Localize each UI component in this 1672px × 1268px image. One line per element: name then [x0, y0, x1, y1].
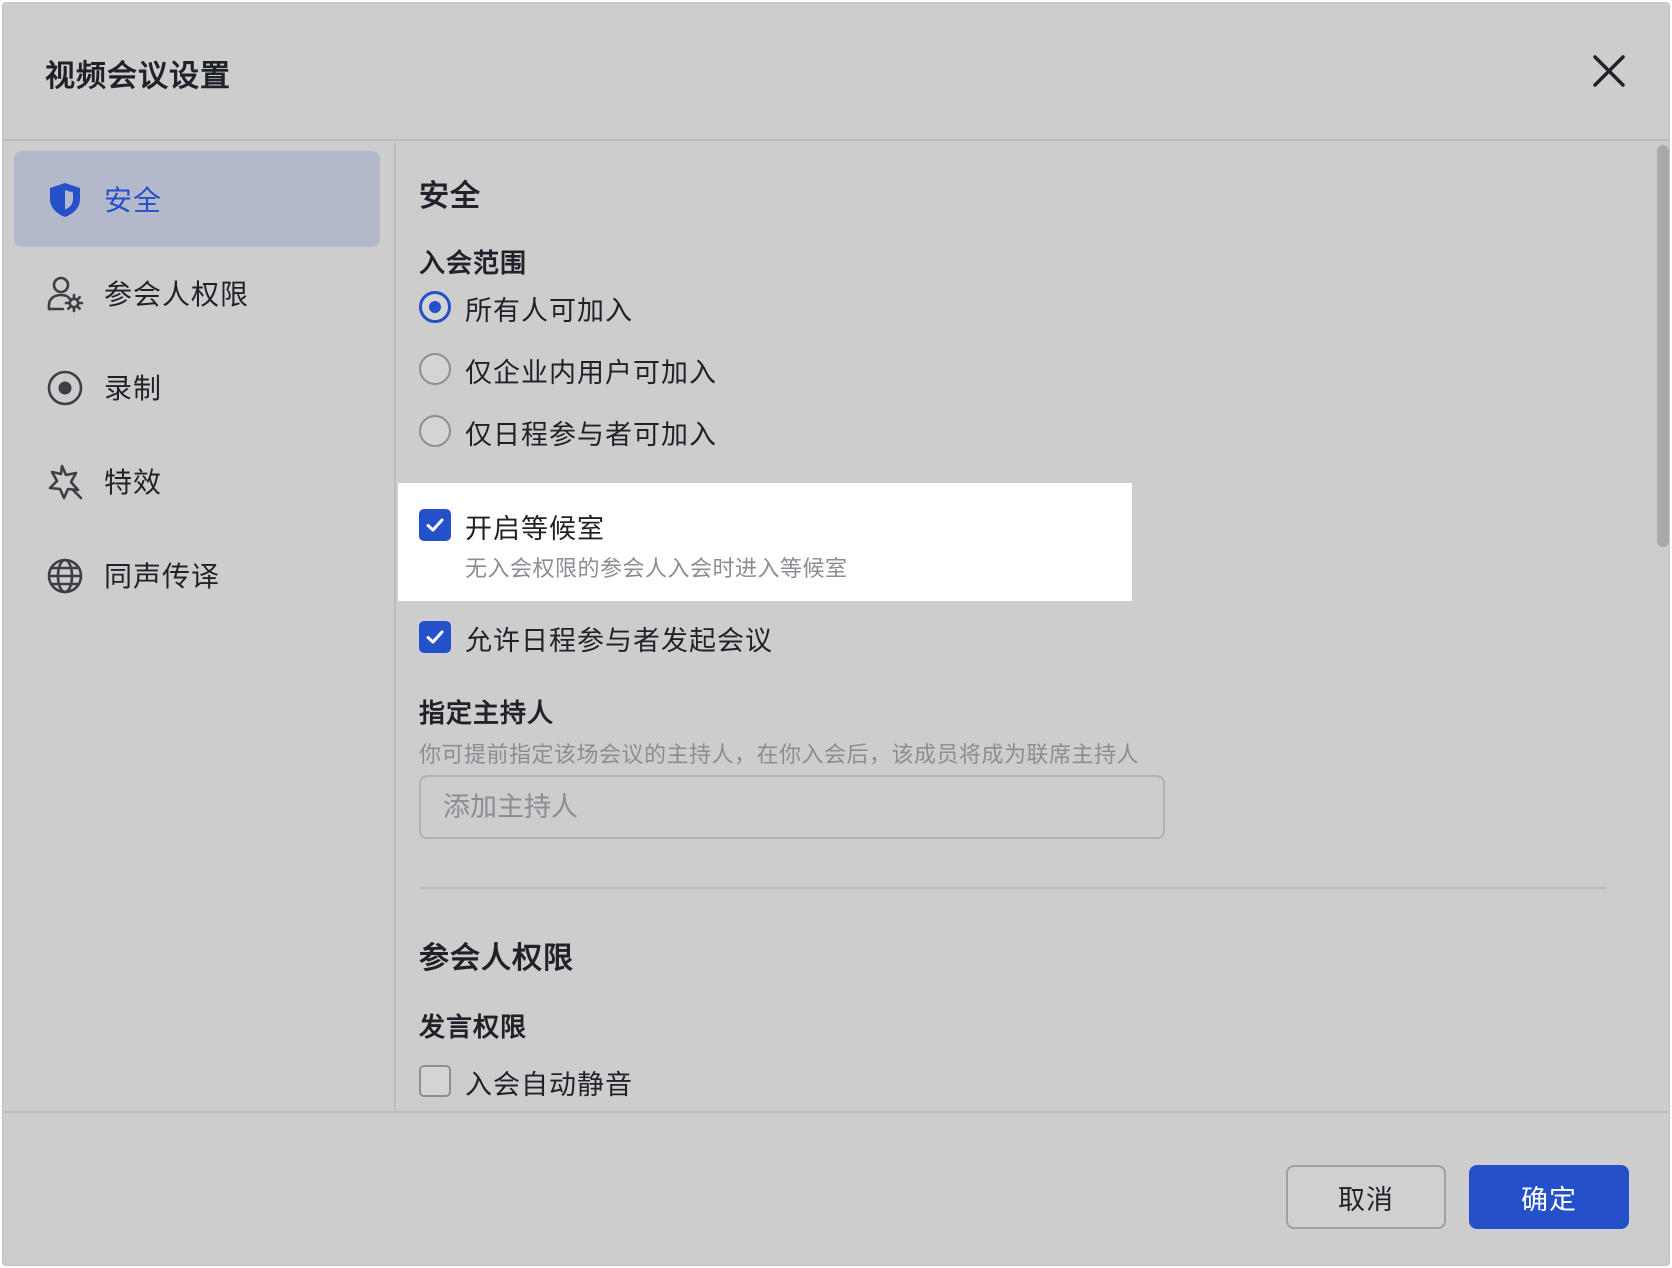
settings-sidebar: 安全 参会人权限 录制 特效 同声传译: [3, 143, 396, 1111]
radio-everyone[interactable]: [419, 291, 451, 323]
sparkle-icon: [48, 464, 83, 500]
join-option-internal[interactable]: 仅企业内用户可加入: [419, 351, 1119, 391]
radio-internal[interactable]: [419, 353, 451, 385]
sidebar-item-effects[interactable]: 特效: [14, 433, 380, 529]
option-label: 入会自动静音: [465, 1070, 633, 1101]
globe-icon: [47, 558, 83, 594]
host-input[interactable]: [419, 775, 1165, 839]
allow-start-option[interactable]: 允许日程参与者发起会议: [419, 619, 1119, 659]
settings-dialog: 视频会议设置 安全 参会人权限 录制 特效 同声传译 安全 入会范围 所有人可加…: [2, 2, 1670, 1266]
confirm-button[interactable]: 确定: [1469, 1165, 1629, 1229]
sidebar-item-participant-permissions[interactable]: 参会人权限: [14, 245, 380, 341]
option-label: 所有人可加入: [465, 296, 633, 327]
join-scope-label: 入会范围: [419, 249, 528, 279]
waiting-room-option[interactable]: 开启等候室: [419, 507, 1119, 547]
sidebar-item-label: 录制: [104, 372, 163, 405]
section-heading-security: 安全: [419, 179, 481, 214]
sidebar-item-security[interactable]: 安全: [14, 151, 380, 247]
settings-content: 安全 入会范围 所有人可加入 仅企业内用户可加入 仅日程参与者可加入 开启等候室…: [398, 143, 1656, 1111]
shield-icon: [50, 183, 80, 217]
sidebar-item-label: 同声传译: [104, 560, 221, 593]
dialog-title: 视频会议设置: [45, 59, 231, 94]
host-description: 你可提前指定该场会议的主持人，在你入会后，该成员将成为联席主持人: [419, 743, 1140, 768]
sidebar-item-label: 特效: [104, 466, 163, 499]
waiting-room-description: 无入会权限的参会人入会时进入等候室: [465, 557, 848, 582]
close-button[interactable]: [1589, 51, 1629, 91]
join-option-everyone[interactable]: 所有人可加入: [419, 289, 1119, 329]
option-label: 仅日程参与者可加入: [465, 420, 717, 451]
speaking-permission-label: 发言权限: [419, 1013, 528, 1043]
sidebar-item-interpretation[interactable]: 同声传译: [14, 527, 380, 623]
dialog-footer: 取消 确定: [3, 1111, 1669, 1265]
sidebar-item-label: 参会人权限: [104, 278, 250, 311]
dialog-header: 视频会议设置: [3, 3, 1669, 141]
close-icon: [1593, 55, 1625, 87]
content-scrollbar[interactable]: [1657, 145, 1669, 547]
sidebar-item-label: 安全: [104, 184, 163, 217]
section-divider: [419, 887, 1607, 889]
allow-start-checkbox[interactable]: [419, 621, 451, 653]
mute-on-join-option[interactable]: 入会自动静音: [419, 1063, 1119, 1103]
check-icon: [426, 630, 444, 644]
cancel-button[interactable]: 取消: [1286, 1165, 1446, 1229]
section-heading-participant-permissions: 参会人权限: [419, 941, 574, 976]
mute-on-join-checkbox[interactable]: [419, 1065, 451, 1097]
option-label: 允许日程参与者发起会议: [465, 626, 773, 657]
host-label: 指定主持人: [419, 699, 555, 729]
user-settings-icon: [47, 276, 84, 313]
sidebar-item-recording[interactable]: 录制: [14, 339, 380, 435]
check-icon: [426, 518, 444, 532]
option-label: 仅企业内用户可加入: [465, 358, 717, 389]
join-option-invitees[interactable]: 仅日程参与者可加入: [419, 413, 1119, 453]
option-label: 开启等候室: [465, 514, 605, 545]
record-icon: [47, 370, 83, 406]
radio-invitees[interactable]: [419, 415, 451, 447]
waiting-room-checkbox[interactable]: [419, 509, 451, 541]
